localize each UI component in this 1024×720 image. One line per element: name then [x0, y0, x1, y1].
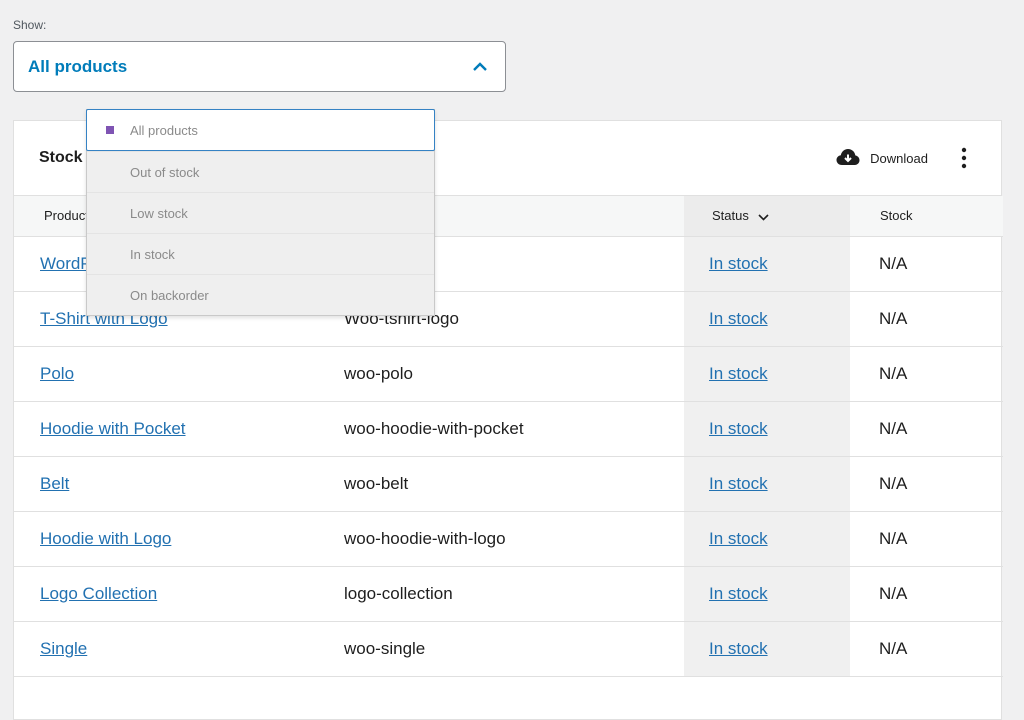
product-link[interactable]: Logo Collection [40, 584, 157, 603]
status-link[interactable]: In stock [709, 639, 768, 658]
stock-cell: N/A [850, 346, 1003, 402]
filter-label: Show: [13, 18, 47, 32]
status-link[interactable]: In stock [709, 309, 768, 328]
sort-chevron-down-icon [758, 209, 770, 224]
status-link[interactable]: In stock [709, 419, 768, 438]
status-cell: In stock [684, 401, 850, 457]
status-link[interactable]: In stock [709, 474, 768, 493]
sku-cell: woo-hoodie-with-pocket [315, 401, 684, 457]
dropdown-option-label: Out of stock [130, 164, 200, 180]
filter-dropdown-menu: All products Out of stock Low stock In stoc… [86, 109, 435, 316]
status-link[interactable]: In stock [709, 584, 768, 603]
status-cell: In stock [684, 291, 850, 347]
show-filter-select[interactable]: All products [13, 41, 506, 92]
status-cell: In stock [684, 566, 850, 622]
stock-cell: N/A [850, 511, 1003, 567]
table-row: Hoodie with Pocket woo-hoodie-with-pocket… [14, 401, 1003, 457]
chevron-up-icon [471, 58, 489, 76]
table-row: Logo Collection logo-collection In stock N/… [14, 566, 1003, 622]
column-header-status[interactable]: Status [684, 196, 850, 237]
stock-cell: N/A [850, 236, 1003, 292]
dropdown-option[interactable]: On backorder [87, 274, 434, 315]
sku-cell: woo-belt [315, 456, 684, 512]
product-cell: Logo Collection [14, 566, 315, 622]
stock-cell: N/A [850, 566, 1003, 622]
dropdown-option-label: On backorder [130, 287, 209, 303]
product-link[interactable]: Hoodie with Pocket [40, 419, 186, 438]
product-link[interactable]: Single [40, 639, 87, 658]
product-cell: Polo [14, 346, 315, 402]
dropdown-option-label: Low stock [130, 205, 188, 221]
table-row: Belt woo-belt In stock N/A [14, 456, 1003, 512]
stock-cell: N/A [850, 621, 1003, 677]
dropdown-option[interactable]: All products [86, 109, 435, 151]
product-cell: Belt [14, 456, 315, 512]
dropdown-option-label: In stock [130, 246, 175, 262]
download-label: Download [870, 150, 928, 166]
status-cell: In stock [684, 621, 850, 677]
more-options-button[interactable] [954, 144, 974, 172]
dropdown-option-label: All products [130, 122, 198, 138]
status-cell: In stock [684, 346, 850, 402]
dropdown-option[interactable]: In stock [87, 233, 434, 274]
product-link[interactable]: Hoodie with Logo [40, 529, 171, 548]
stock-cell: N/A [850, 291, 1003, 347]
status-link[interactable]: In stock [709, 254, 768, 273]
product-cell: Hoodie with Pocket [14, 401, 315, 457]
cloud-download-icon [836, 148, 860, 169]
stock-cell: N/A [850, 401, 1003, 457]
status-cell: In stock [684, 456, 850, 512]
status-cell: In stock [684, 236, 850, 292]
status-cell: In stock [684, 511, 850, 567]
status-header-label: Status [712, 207, 749, 223]
selected-square-icon [106, 126, 114, 134]
table-row: Polo woo-polo In stock N/A [14, 346, 1003, 402]
table-row: Single woo-single In stock N/A [14, 621, 1003, 677]
stock-cell: N/A [850, 456, 1003, 512]
status-link[interactable]: In stock [709, 364, 768, 383]
sku-cell: woo-polo [315, 346, 684, 402]
product-cell: Single [14, 621, 315, 677]
more-vertical-icon [961, 147, 967, 169]
status-link[interactable]: In stock [709, 529, 768, 548]
product-link[interactable]: Polo [40, 364, 74, 383]
select-value: All products [28, 56, 128, 76]
product-cell: Hoodie with Logo [14, 511, 315, 567]
dropdown-option[interactable]: Low stock [87, 192, 434, 233]
sku-cell: logo-collection [315, 566, 684, 622]
sku-cell: woo-single [315, 621, 684, 677]
sku-cell: woo-hoodie-with-logo [315, 511, 684, 567]
product-link[interactable]: Belt [40, 474, 69, 493]
table-row: Hoodie with Logo woo-hoodie-with-logo In s… [14, 511, 1003, 567]
download-button[interactable]: Download [836, 148, 928, 169]
column-header-stock[interactable]: Stock [850, 196, 1003, 237]
dropdown-option[interactable]: Out of stock [87, 151, 434, 192]
